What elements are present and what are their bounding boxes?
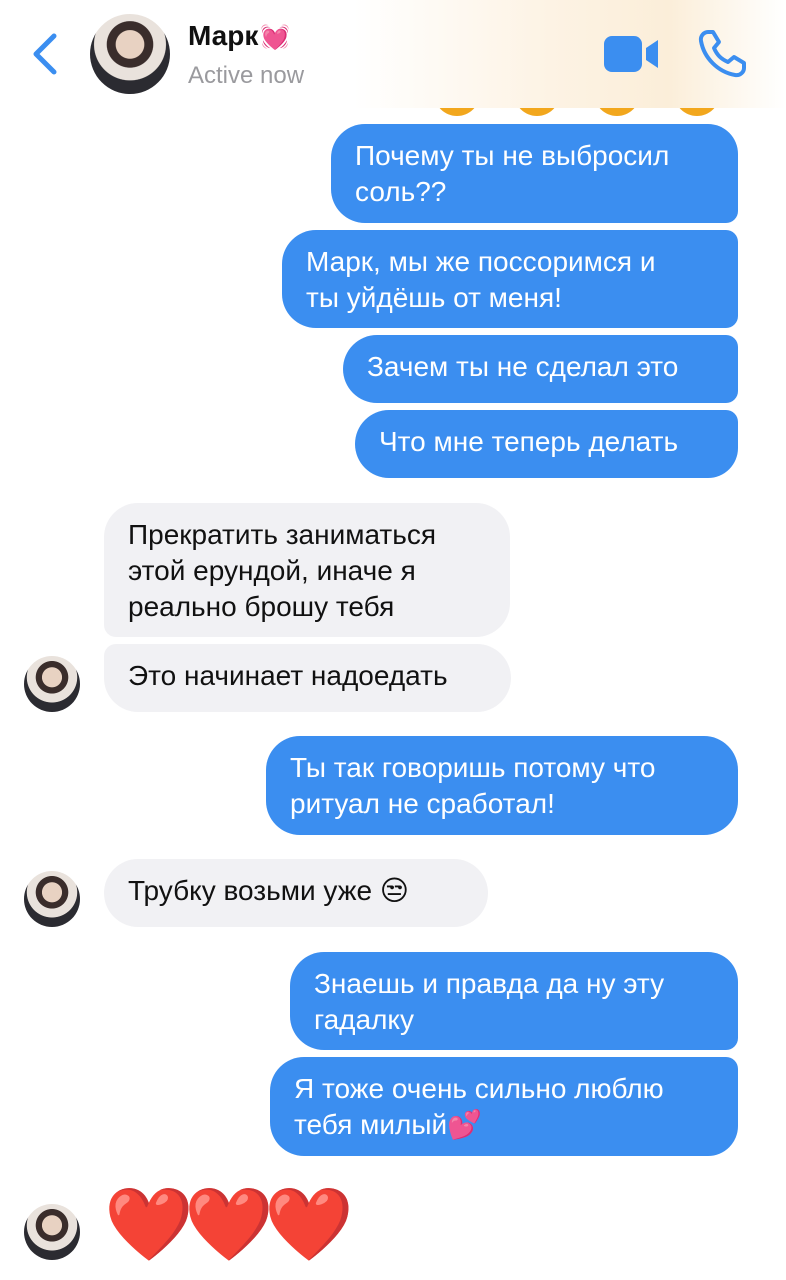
back-button[interactable]	[28, 30, 64, 78]
growing-heart-icon: 💓	[260, 24, 291, 51]
incoming-message[interactable]: Прекратить заниматься этой ерундой, инач…	[104, 503, 510, 637]
video-camera-icon	[604, 36, 658, 72]
incoming-message[interactable]: Трубку возьми уже 😒	[104, 859, 488, 927]
outgoing-message[interactable]: Ты так говоришь потому что ритуал не сра…	[266, 736, 738, 835]
outgoing-message[interactable]: Марк, мы же поссоримся и ты уйдёшь от ме…	[282, 230, 738, 328]
outgoing-message[interactable]: Что мне теперь делать	[355, 410, 738, 478]
contact-avatar-small[interactable]	[24, 656, 80, 712]
incoming-message[interactable]: Это начинает надоедать	[104, 644, 511, 712]
voice-call-button[interactable]	[696, 28, 748, 80]
active-status: Active now	[188, 62, 305, 89]
contact-name[interactable]: Марк💓	[188, 20, 290, 52]
contact-avatar-small[interactable]	[24, 871, 80, 927]
outgoing-message[interactable]: Почему ты не выбросил соль??	[331, 124, 738, 223]
phone-icon	[698, 30, 746, 78]
contact-name-text: Марк	[188, 20, 259, 51]
heart-emoji-message[interactable]: ❤️	[184, 1180, 274, 1270]
contact-avatar-small[interactable]	[24, 1204, 80, 1260]
outgoing-message[interactable]: Зачем ты не сделал это	[343, 335, 738, 403]
chevron-left-icon	[33, 33, 57, 75]
heart-emoji-message[interactable]: ❤️	[104, 1180, 194, 1270]
chat-header: Марк💓 Active now	[0, 0, 786, 108]
heart-emoji-message[interactable]: ❤️	[264, 1180, 354, 1270]
contact-avatar[interactable]	[90, 14, 170, 94]
outgoing-message[interactable]: Я тоже очень сильно люблю тебя милый💕	[270, 1057, 738, 1156]
outgoing-message[interactable]: Знаешь и правда да ну эту гадалку	[290, 952, 738, 1050]
video-call-button[interactable]	[602, 34, 662, 74]
